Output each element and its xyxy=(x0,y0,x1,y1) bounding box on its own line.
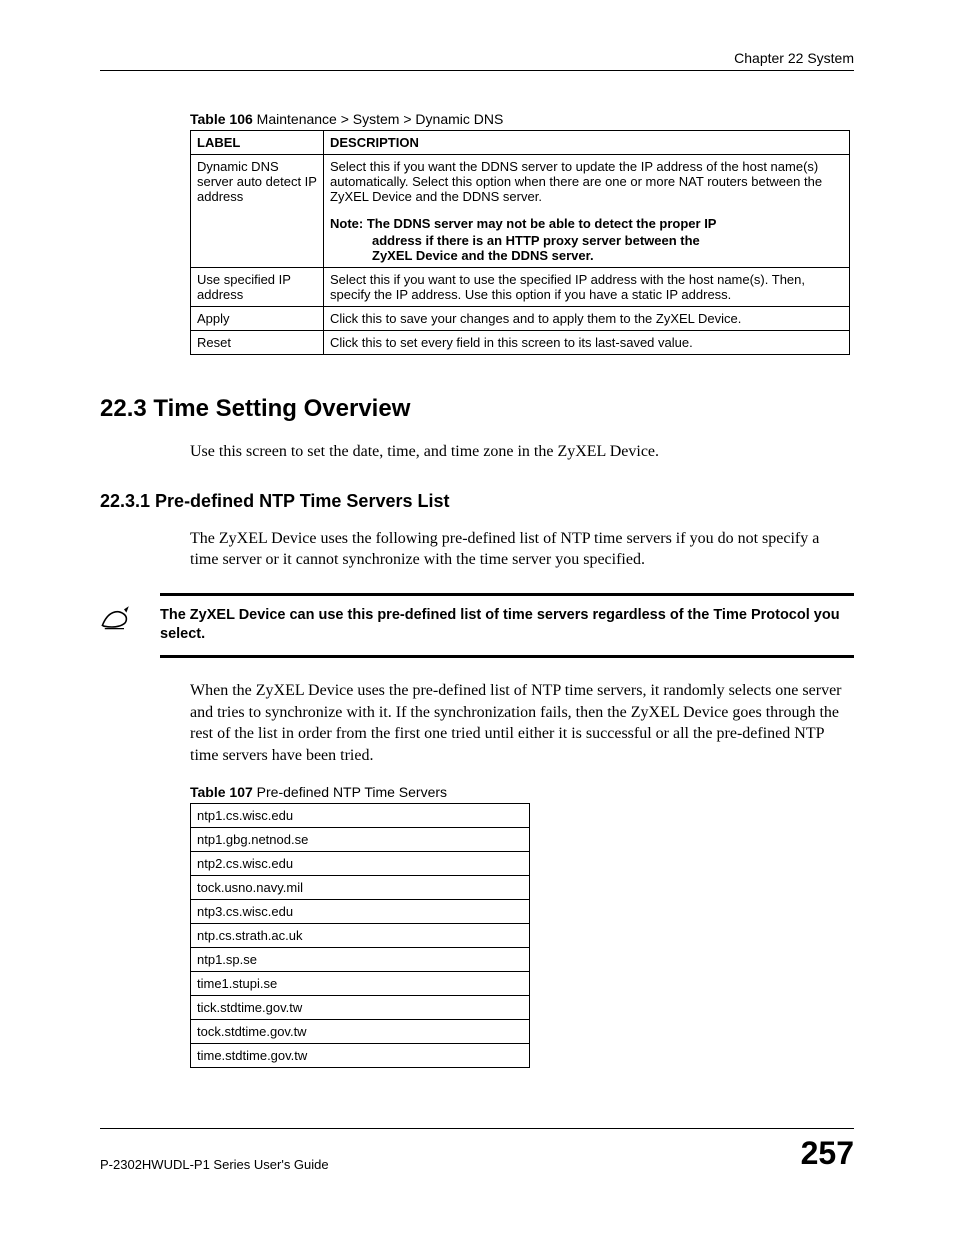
table-106-caption: Table 106 Maintenance > System > Dynamic… xyxy=(190,111,854,127)
section-heading: 22.3 Time Setting Overview xyxy=(100,395,854,423)
table-row: time1.stupi.se xyxy=(191,972,530,996)
ntp-server: ntp1.gbg.netnod.se xyxy=(191,828,530,852)
callout-note: The ZyXEL Device can use this pre-define… xyxy=(100,593,854,658)
table-row: Apply Click this to save your changes an… xyxy=(191,307,850,331)
table-row: ntp1.cs.wisc.edu xyxy=(191,804,530,828)
table-106-head-label: LABEL xyxy=(191,131,324,155)
table-cell-desc: Select this if you want to use the speci… xyxy=(324,268,850,307)
table-107: ntp1.cs.wisc.edu ntp1.gbg.netnod.se ntp2… xyxy=(190,803,530,1068)
ntp-server: ntp2.cs.wisc.edu xyxy=(191,852,530,876)
table-cell-label: Reset xyxy=(191,331,324,355)
table-106-caption-text: Maintenance > System > Dynamic DNS xyxy=(253,111,504,127)
table-row: ntp1.gbg.netnod.se xyxy=(191,828,530,852)
table-106-head-desc: DESCRIPTION xyxy=(324,131,850,155)
page-footer: P-2302HWUDL-P1 Series User's Guide 257 xyxy=(100,1128,854,1172)
callout-text: The ZyXEL Device can use this pre-define… xyxy=(160,606,854,645)
subsection-p2: When the ZyXEL Device uses the pre-defin… xyxy=(190,680,844,766)
table-cell-label: Use specified IP address xyxy=(191,268,324,307)
table-cell-desc: Click this to set every field in this sc… xyxy=(324,331,850,355)
callout-bottom-bar xyxy=(160,655,854,658)
ntp-server: time1.stupi.se xyxy=(191,972,530,996)
subsection-p1: The ZyXEL Device uses the following pre-… xyxy=(190,528,844,571)
table-row: Reset Click this to set every field in t… xyxy=(191,331,850,355)
ntp-server: ntp.cs.strath.ac.uk xyxy=(191,924,530,948)
table-cell-desc: Select this if you want the DDNS server … xyxy=(324,155,850,268)
table-row: tock.stdtime.gov.tw xyxy=(191,1020,530,1044)
table-row: tick.stdtime.gov.tw xyxy=(191,996,530,1020)
table-row: time.stdtime.gov.tw xyxy=(191,1044,530,1068)
table-cell-note-line1: Note: The DDNS server may not be able to… xyxy=(330,216,843,231)
table-107-caption-num: Table 107 xyxy=(190,784,253,800)
table-cell-label: Dynamic DNS server auto detect IP addres… xyxy=(191,155,324,268)
table-107-caption: Table 107 Pre-defined NTP Time Servers xyxy=(190,784,854,800)
ntp-server: tick.stdtime.gov.tw xyxy=(191,996,530,1020)
table-106: LABEL DESCRIPTION Dynamic DNS server aut… xyxy=(190,130,850,355)
page-header: Chapter 22 System xyxy=(100,50,854,71)
table-cell-desc: Click this to save your changes and to a… xyxy=(324,307,850,331)
table-cell-note-line2: address if there is an HTTP proxy server… xyxy=(330,233,843,248)
table-row: ntp3.cs.wisc.edu xyxy=(191,900,530,924)
chapter-label: Chapter 22 System xyxy=(734,50,854,66)
note-icon xyxy=(100,606,160,635)
ntp-server: ntp1.cs.wisc.edu xyxy=(191,804,530,828)
ntp-server: ntp1.sp.se xyxy=(191,948,530,972)
table-row: Dynamic DNS server auto detect IP addres… xyxy=(191,155,850,268)
ntp-server: time.stdtime.gov.tw xyxy=(191,1044,530,1068)
table-107-caption-text: Pre-defined NTP Time Servers xyxy=(253,784,447,800)
table-cell-label: Apply xyxy=(191,307,324,331)
footer-guide-name: P-2302HWUDL-P1 Series User's Guide xyxy=(100,1157,329,1172)
table-row: tock.usno.navy.mil xyxy=(191,876,530,900)
section-intro: Use this screen to set the date, time, a… xyxy=(190,441,844,463)
table-row: Use specified IP address Select this if … xyxy=(191,268,850,307)
table-cell-desc-text: Select this if you want the DDNS server … xyxy=(330,159,822,204)
ntp-server: ntp3.cs.wisc.edu xyxy=(191,900,530,924)
table-row: ntp1.sp.se xyxy=(191,948,530,972)
table-106-caption-num: Table 106 xyxy=(190,111,253,127)
table-row: ntp2.cs.wisc.edu xyxy=(191,852,530,876)
ntp-server: tock.usno.navy.mil xyxy=(191,876,530,900)
ntp-server: tock.stdtime.gov.tw xyxy=(191,1020,530,1044)
table-cell-note-line3: ZyXEL Device and the DDNS server. xyxy=(330,248,843,263)
subsection-heading: 22.3.1 Pre-defined NTP Time Servers List xyxy=(100,491,854,512)
footer-page-number: 257 xyxy=(801,1135,854,1172)
table-row: ntp.cs.strath.ac.uk xyxy=(191,924,530,948)
